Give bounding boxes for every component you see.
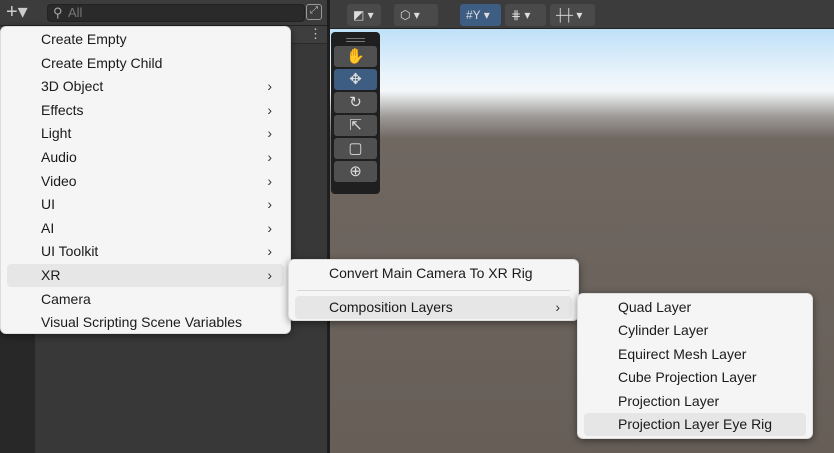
menu-item-label: Equirect Mesh Layer	[618, 345, 747, 362]
menu-item[interactable]: Composition Layers ›	[295, 296, 572, 319]
menu-item[interactable]: Video ›	[7, 170, 284, 193]
menu-item-label: Projection Layer	[618, 392, 720, 409]
composition-layers-submenu: Quad Layer Cylinder Layer Equirect Mesh La…	[577, 293, 813, 439]
snap-increment-button[interactable]: ⋕ ▾	[505, 4, 546, 26]
kebab-menu-icon[interactable]: ⋮	[309, 27, 322, 41]
menu-item-label: Audio	[41, 149, 77, 165]
menu-item-label: Convert Main Camera To XR Rig	[329, 265, 533, 281]
chevron-right-icon: ›	[267, 243, 272, 260]
chevron-right-icon: ›	[267, 172, 272, 189]
menu-item[interactable]: Light ›	[7, 122, 284, 145]
menu-item[interactable]: Quad Layer	[584, 296, 806, 319]
menu-item-label: Video	[41, 172, 77, 189]
menu-item-label: Cube Projection Layer	[618, 369, 757, 386]
menu-item-label: XR	[41, 267, 61, 283]
scene-toolbar: ◩ ▾ ⬡ ▾ #Y ▾ ⋕ ▾ ┼┼ ▾	[330, 0, 834, 29]
chevron-right-icon: ›	[555, 299, 560, 315]
menu-item[interactable]: Audio ›	[7, 146, 284, 169]
draw-mode-button[interactable]: ◩ ▾	[347, 4, 381, 26]
menu-item-label: Composition Layers	[329, 299, 453, 315]
menu-item[interactable]: Create Empty	[7, 28, 284, 51]
search-icon: ⚲	[53, 5, 63, 20]
menu-item[interactable]: UI ›	[7, 193, 284, 216]
grid-snap-button[interactable]: #Y ▾	[460, 4, 501, 26]
tool-palette: ✋ ✥ ↻ ⇱ ▢ ⊕	[331, 32, 380, 194]
menu-item[interactable]: XR ›	[7, 264, 284, 287]
chevron-right-icon: ›	[267, 78, 272, 95]
add-object-button[interactable]: +▾	[6, 2, 40, 23]
menu-item[interactable]: Visual Scripting Scene Variables	[7, 311, 284, 334]
menu-separator	[297, 290, 570, 291]
ruler-button[interactable]: ┼┼ ▾	[550, 4, 595, 26]
menu-item-label: AI	[41, 219, 55, 236]
chevron-right-icon: ›	[267, 219, 272, 236]
scale-tool-button[interactable]: ⇱	[334, 115, 377, 136]
gizmo-button[interactable]: ⬡ ▾	[394, 4, 438, 26]
hand-tool-button[interactable]: ✋	[334, 46, 377, 67]
menu-item[interactable]: Projection Layer Eye Rig	[584, 413, 806, 436]
chevron-right-icon: ›	[267, 125, 272, 142]
menu-item-label: Projection Layer Eye Rig	[618, 416, 773, 432]
menu-item-label: Effects	[41, 101, 84, 118]
menu-item[interactable]: Convert Main Camera To XR Rig	[295, 262, 572, 285]
search-placeholder: All	[68, 5, 83, 20]
chevron-right-icon: ›	[267, 149, 272, 165]
menu-item-label: UI	[41, 196, 55, 213]
rect-tool-button[interactable]: ▢	[334, 138, 377, 159]
menu-item[interactable]: UI Toolkit ›	[7, 240, 284, 263]
menu-item-label: Cylinder Layer	[618, 322, 709, 339]
expand-icon[interactable]: ⤢	[306, 4, 322, 20]
menu-item[interactable]: AI ›	[7, 217, 284, 240]
rotate-tool-button[interactable]: ↻	[334, 92, 377, 113]
menu-item-label: 3D Object	[41, 78, 104, 95]
menu-item-label: Camera	[41, 290, 91, 307]
menu-item-label: Visual Scripting Scene Variables	[41, 314, 243, 331]
menu-item[interactable]: Effects ›	[7, 99, 284, 122]
menu-item[interactable]: Cube Projection Layer	[584, 366, 806, 389]
menu-item-label: Create Empty Child	[41, 54, 163, 71]
chevron-right-icon: ›	[267, 196, 272, 213]
drag-handle[interactable]	[346, 38, 365, 42]
menu-item-label: Quad Layer	[618, 299, 692, 315]
hierarchy-search-input[interactable]: ⚲ All	[47, 4, 305, 22]
menu-item[interactable]: Cylinder Layer	[584, 319, 806, 342]
menu-item[interactable]: Camera	[7, 288, 284, 311]
transform-tool-button[interactable]: ⊕	[334, 161, 377, 182]
menu-item-label: UI Toolkit	[41, 243, 99, 260]
menu-item[interactable]: Create Empty Child	[7, 52, 284, 75]
menu-item[interactable]: 3D Object ›	[7, 75, 284, 98]
menu-item[interactable]: Projection Layer	[584, 390, 806, 413]
menu-item-label: Create Empty	[41, 31, 127, 47]
xr-submenu: Convert Main Camera To XR Rig Composition…	[288, 259, 579, 321]
chevron-right-icon: ›	[267, 101, 272, 118]
menu-item-label: Light	[41, 125, 72, 142]
create-menu: Create Empty Create Empty Child 3D Object ›…	[0, 26, 291, 334]
menu-item[interactable]: Equirect Mesh Layer	[584, 343, 806, 366]
chevron-right-icon: ›	[267, 267, 272, 283]
move-tool-button[interactable]: ✥	[334, 69, 377, 90]
